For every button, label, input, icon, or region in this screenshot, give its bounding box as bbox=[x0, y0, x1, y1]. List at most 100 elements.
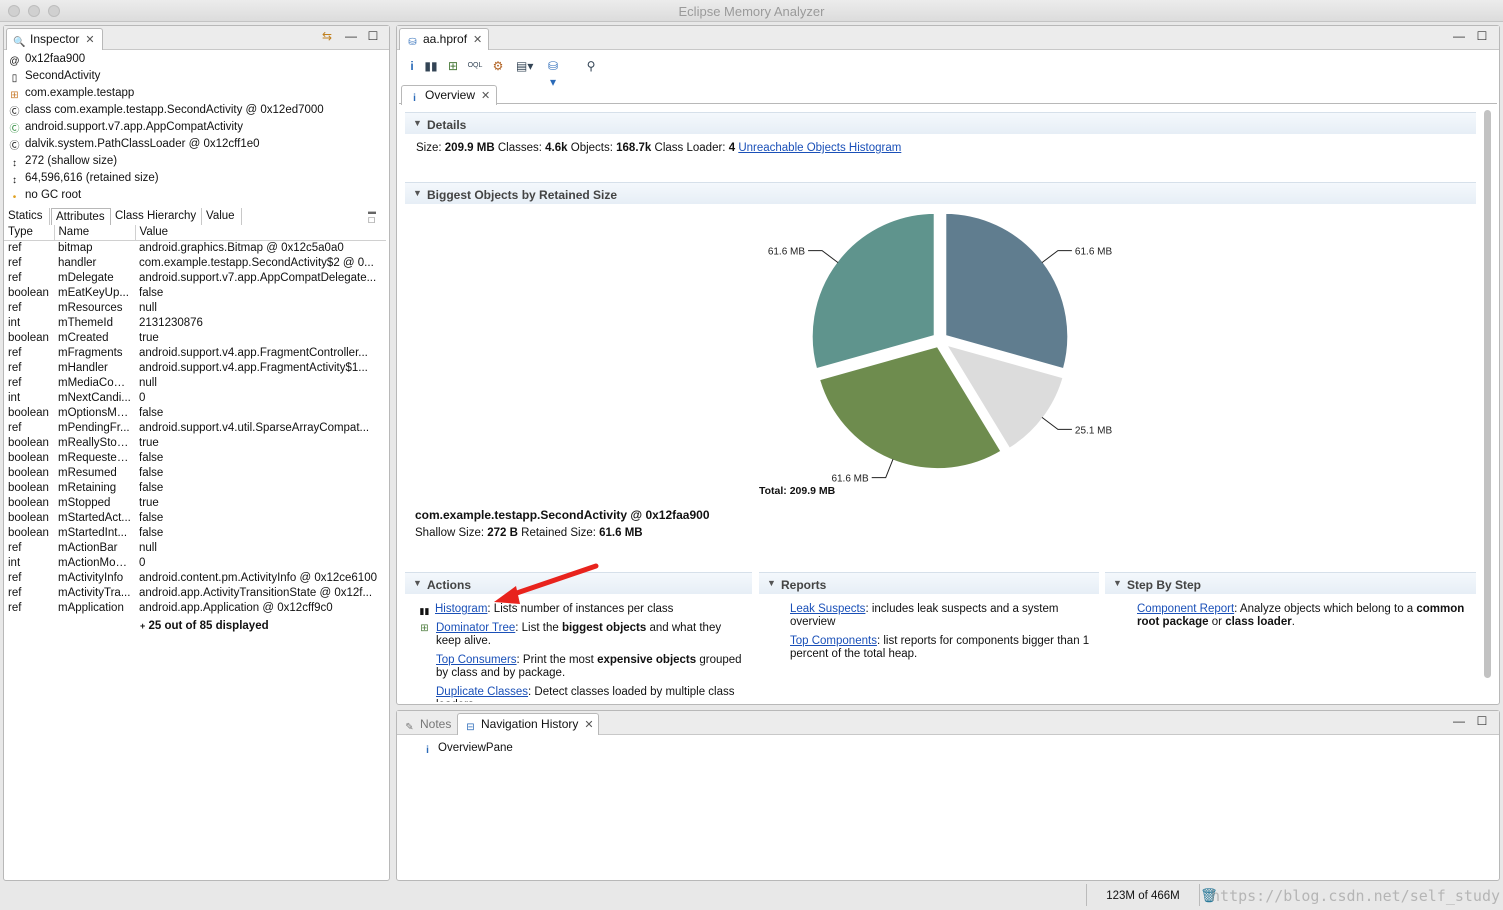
table-row[interactable]: ref mPendingFr... android.support.v4.util.… bbox=[4, 420, 386, 435]
close-icon[interactable]: ✕ bbox=[473, 34, 482, 46]
package-icon: ⊞ bbox=[10, 90, 19, 101]
histogram-link[interactable]: Histogram bbox=[435, 603, 487, 615]
reports-section-header[interactable]: ▼ Reports bbox=[759, 572, 1099, 594]
close-icon[interactable]: ✕ bbox=[481, 90, 490, 102]
dominator-tree-link[interactable]: Dominator Tree bbox=[436, 622, 515, 634]
minimize-icon[interactable]: ▬ ☐ bbox=[368, 207, 376, 225]
table-row[interactable]: boolean mCreated true bbox=[4, 330, 386, 345]
table-row[interactable]: boolean mStopped true bbox=[4, 495, 386, 510]
sync-icon[interactable]: ⇆ bbox=[320, 30, 334, 44]
cell-type: boolean bbox=[8, 496, 49, 509]
vertical-scrollbar[interactable] bbox=[1484, 110, 1491, 678]
maximize-icon[interactable]: ☐ bbox=[366, 30, 380, 44]
cell-type: int bbox=[8, 316, 21, 329]
tab-statics[interactable]: Statics bbox=[4, 208, 50, 225]
tab-inspector[interactable]: 🔍 Inspector ✕ bbox=[6, 28, 103, 50]
heap-status[interactable]: 123M of 466M bbox=[1086, 884, 1200, 906]
trash-icon[interactable]: 🗑 bbox=[1200, 884, 1218, 906]
cell-value: android.graphics.Bitmap @ 0x12c5a0a0 bbox=[139, 241, 344, 254]
query-browser-icon[interactable]: ▤▾ bbox=[516, 58, 533, 74]
attributes-table: Type Name Value ref bitmap android.graphic… bbox=[4, 225, 386, 615]
step-by-step-section-header[interactable]: ▼ Step By Step bbox=[1105, 572, 1476, 594]
table-row[interactable]: ref mHandler android.support.v4.app.Fragme… bbox=[4, 360, 386, 375]
component-report-link[interactable]: Component Report bbox=[1137, 603, 1234, 615]
table-row[interactable]: boolean mEatKeyUp... false bbox=[4, 285, 386, 300]
cell-value: false bbox=[139, 526, 164, 539]
table-row[interactable]: int mActionMod... 0 bbox=[4, 555, 386, 570]
column-type[interactable]: Type bbox=[4, 225, 55, 241]
inspector-row[interactable]: ⊞ com.example.testapp bbox=[8, 87, 134, 104]
info-icon[interactable]: i bbox=[404, 58, 420, 74]
table-row[interactable]: boolean mResumed false bbox=[4, 465, 386, 480]
minimize-icon[interactable]: — bbox=[344, 30, 358, 44]
table-row[interactable]: ref mActivityTra... android.app.ActivityTr… bbox=[4, 585, 386, 600]
search-icon[interactable]: ⚲ bbox=[583, 58, 599, 74]
pie-slice[interactable] bbox=[809, 210, 937, 372]
cell-name: mResumed bbox=[58, 466, 117, 479]
table-row[interactable]: boolean mStartedAct... false bbox=[4, 510, 386, 525]
table-row[interactable]: boolean mRequested... false bbox=[4, 450, 386, 465]
leak-suspects-link[interactable]: Leak Suspects bbox=[790, 603, 865, 615]
close-icon[interactable]: ✕ bbox=[85, 34, 94, 46]
table-row[interactable]: int mNextCandi... 0 bbox=[4, 390, 386, 405]
top-consumers-link[interactable]: Top Consumers bbox=[436, 654, 517, 666]
inspector-row[interactable]: • no GC root bbox=[8, 189, 82, 206]
maximize-icon[interactable]: ☐ bbox=[1475, 30, 1489, 44]
tab-value[interactable]: Value bbox=[202, 208, 242, 225]
table-row[interactable]: ref mResources null bbox=[4, 300, 386, 315]
histogram-icon[interactable]: ▮▮ bbox=[423, 58, 439, 74]
duplicate-classes-link[interactable]: Duplicate Classes bbox=[436, 686, 528, 698]
pie-slice[interactable] bbox=[943, 210, 1071, 372]
tab-class-hierarchy[interactable]: Class Hierarchy bbox=[111, 208, 202, 225]
details-section-header[interactable]: ▼ Details bbox=[405, 112, 1476, 134]
table-row[interactable]: ref mFragments android.support.v4.app.Frag… bbox=[4, 345, 386, 360]
column-name[interactable]: Name bbox=[54, 225, 136, 241]
table-row[interactable]: boolean mStartedInt... false bbox=[4, 525, 386, 540]
table-row[interactable]: ref bitmap android.graphics.Bitmap @ 0x12c… bbox=[4, 240, 386, 255]
tab-aa-hprof[interactable]: ⛁ aa.hprof ✕ bbox=[399, 28, 489, 50]
table-row[interactable]: int mThemeId 2131230876 bbox=[4, 315, 386, 330]
inspector-row[interactable]: ▯ SecondActivity bbox=[8, 70, 101, 87]
table-row[interactable]: ref mActionBar null bbox=[4, 540, 386, 555]
minimize-icon[interactable]: — bbox=[1452, 30, 1466, 44]
table-row[interactable]: ref mApplication android.app.Application @… bbox=[4, 600, 386, 615]
maximize-icon[interactable]: ☐ bbox=[1475, 715, 1489, 729]
inspector-row[interactable]: Ⓒandroid.support.v7.app.AppCompatActivit… bbox=[8, 121, 243, 138]
biggest-objects-pie-chart[interactable]: 61.6 MB 25.1 MB 61.6 MB 61.6 MB bbox=[700, 200, 1220, 500]
cell-type: ref bbox=[8, 361, 22, 374]
unreachable-objects-histogram-link[interactable]: Unreachable Objects Histogram bbox=[738, 142, 901, 154]
cell-type: ref bbox=[8, 256, 22, 269]
tab-navigation-history[interactable]: ⊟ Navigation History ✕ bbox=[457, 713, 599, 735]
inspector-row[interactable]: @0x12faa900 bbox=[8, 53, 85, 70]
cell-type: ref bbox=[8, 571, 22, 584]
top-components-link[interactable]: Top Components bbox=[790, 635, 877, 647]
cell-value: com.example.testapp.SecondActivity$2 @ 0… bbox=[139, 256, 374, 269]
table-row[interactable]: boolean mReallyStop... true bbox=[4, 435, 386, 450]
tab-overview[interactable]: i Overview ✕ bbox=[401, 85, 497, 105]
navigation-history-item[interactable]: i OverviewPane bbox=[421, 742, 513, 757]
inspector-row[interactable]: Ⓒdalvik.system.PathClassLoader @ 0x12cff… bbox=[8, 138, 260, 155]
inspector-row[interactable]: ↕ 272 (shallow size) bbox=[8, 155, 117, 172]
cell-type: int bbox=[8, 556, 21, 569]
table-row[interactable]: ref mDelegate android.support.v7.app.AppCo… bbox=[4, 270, 386, 285]
cell-value: false bbox=[139, 451, 164, 464]
dominator-tree-icon[interactable]: ⊞ bbox=[445, 58, 461, 74]
close-icon[interactable]: ✕ bbox=[584, 719, 593, 731]
find-object-icon[interactable]: ⛁▾ bbox=[545, 58, 561, 89]
column-value[interactable]: Value bbox=[135, 225, 386, 241]
displayed-count[interactable]: + 25 out of 85 displayed bbox=[140, 620, 269, 632]
minimize-icon[interactable]: — bbox=[1452, 715, 1466, 729]
table-row[interactable]: ref mActivityInfo android.content.pm.Activ… bbox=[4, 570, 386, 585]
tab-attributes[interactable]: Attributes bbox=[51, 208, 111, 225]
table-row[interactable]: boolean mRetaining false bbox=[4, 480, 386, 495]
table-row[interactable]: boolean mOptionsMe... false bbox=[4, 405, 386, 420]
table-row[interactable]: ref handler com.example.testapp.SecondActi… bbox=[4, 255, 386, 270]
inspector-row[interactable]: Ⓒclass com.example.testapp.SecondActivit… bbox=[8, 104, 324, 121]
inspector-row[interactable]: ↕ 64,596,616 (retained size) bbox=[8, 172, 159, 189]
oql-icon[interactable]: OQL bbox=[467, 58, 483, 74]
tab-notes[interactable]: ✎ Notes bbox=[403, 717, 451, 734]
table-row[interactable]: ref mMediaCont... null bbox=[4, 375, 386, 390]
cell-type: ref bbox=[8, 346, 22, 359]
heap-dump-overview-icon[interactable]: ⚙ bbox=[490, 58, 506, 74]
bottom-tabbar: ✎ Notes ⊟ Navigation History ✕ — ☐ bbox=[397, 711, 1499, 735]
